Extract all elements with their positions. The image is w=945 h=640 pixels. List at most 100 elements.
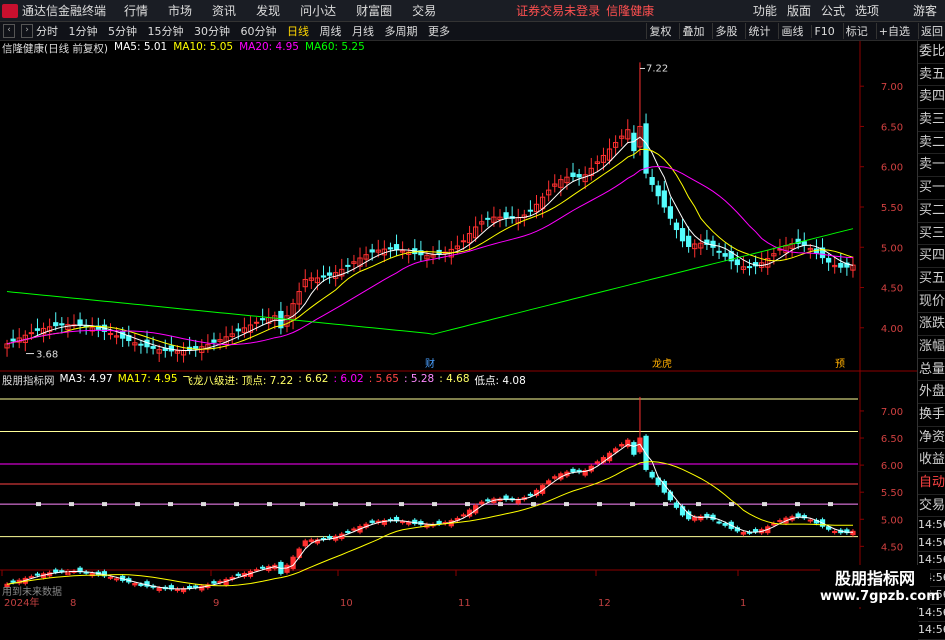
sub-candle-body (436, 520, 442, 525)
sub-candle-body (235, 573, 241, 576)
level-dot (168, 502, 173, 507)
side-label: 买一 (918, 177, 945, 200)
future-data-warning: 用到未来数据 (2, 587, 62, 598)
sub-candle-body (722, 523, 728, 526)
sub-candle-body (460, 514, 467, 517)
high-price-label: 7.22 (646, 63, 668, 74)
side-label: 买三 (918, 223, 945, 246)
candle-body (460, 240, 467, 243)
tick-time: 14:56 (918, 535, 945, 553)
candle-body (716, 250, 722, 253)
ma20-value: MA20: 4.95 (239, 41, 299, 53)
level-dot (399, 502, 404, 507)
level-dot (102, 502, 107, 507)
candle-body (107, 333, 114, 336)
event-marker: 财 (425, 357, 435, 370)
candle-body (53, 322, 59, 327)
level-dot (696, 502, 701, 507)
ma3-value: MA3: 4.97 (59, 373, 113, 385)
sub-candle-body (807, 519, 813, 522)
side-label: 涨跌 (918, 313, 945, 336)
side-label: 总量 (918, 359, 945, 382)
sub-ytick-label: 5.00 (881, 515, 903, 526)
sub-candle-body (351, 528, 357, 531)
sub-candle-body (308, 539, 314, 542)
fly-level3: : 5.65 (368, 373, 399, 385)
sub-candle-body (479, 501, 485, 505)
sub-candle-body (740, 531, 747, 535)
sub-candle-body (302, 540, 308, 547)
candle-body (746, 266, 753, 269)
level-dot (234, 502, 239, 507)
sub-candle-body (345, 530, 351, 533)
side-label: 卖五 (918, 64, 945, 87)
level-dot (597, 502, 602, 507)
level-dot (762, 502, 767, 507)
tool-back[interactable]: 返回 (918, 23, 945, 39)
ma5-value: MA5: 5.01 (114, 41, 168, 53)
watermark-title: 股朋指标网 (834, 569, 915, 588)
ytick-label: 5.00 (881, 243, 903, 254)
ytick-label: 4.00 (881, 324, 903, 335)
candle-body (734, 259, 740, 266)
candle-body (193, 346, 199, 349)
fly-top-value: 飞龙八级进: 顶点: 7.22 (182, 375, 294, 387)
sub-candle-body (832, 530, 838, 533)
sub-chart-info: 股朋指标网 MA3: 4.97 MA17: 4.95 飞龙八级进: 顶点: 7.… (2, 373, 526, 389)
trade-button[interactable]: 交易 (918, 495, 945, 518)
fly-level1: : 6.62 (298, 373, 329, 385)
candle-body (10, 338, 16, 342)
sub-candle-body (716, 521, 722, 524)
main-chart-info: 信隆健康(日线 前复权) MA5: 5.01 MA10: 5.05 MA20: … (2, 41, 365, 57)
level-dot (729, 502, 734, 507)
sub-ytick-label: 4.50 (881, 542, 903, 553)
xtick-label: 8 (70, 598, 76, 609)
sub-candle-body (132, 582, 138, 586)
candle-body (661, 190, 667, 208)
side-label: 收益 (918, 449, 945, 473)
side-label: 卖二 (918, 132, 945, 155)
side-label: 外盘 (918, 381, 945, 404)
xtick-label: 12 (598, 598, 611, 609)
candle-body (253, 321, 260, 324)
auto-button[interactable]: 自动 (918, 472, 945, 495)
candle-body (235, 328, 241, 332)
main-chart-title: 信隆健康(日线 前复权) (2, 43, 109, 55)
kline-chart[interactable]: 7.00 6.50 6.00 5.50 5.00 4.50 4.00 7.00 6.50 6.00… (0, 0, 917, 609)
level-dot (36, 502, 41, 507)
sub-candle-body (546, 480, 552, 485)
candle-body (503, 212, 509, 219)
sub-candle-body (527, 493, 534, 496)
candle-body (162, 348, 168, 351)
candle-body (679, 228, 686, 242)
side-label: 现价 (918, 291, 945, 314)
xtick-label: 1 (740, 598, 746, 609)
candle-body (28, 332, 35, 335)
candle-body (643, 123, 649, 174)
ytick-label: 7.00 (881, 82, 903, 93)
sub-candle-body (28, 576, 35, 579)
level-dot (630, 502, 635, 507)
level-dot (69, 502, 74, 507)
fly-low-value: 低点: 4.08 (474, 375, 526, 387)
candle-body (77, 319, 83, 326)
sub-candle-body (752, 529, 759, 533)
ma17-value: MA17: 4.95 (117, 373, 178, 385)
sub-candle-body (34, 573, 41, 576)
tick-time: 14:56 (918, 622, 945, 640)
event-marker: 预 (835, 358, 845, 370)
candle-body (345, 264, 351, 267)
candle-body (34, 328, 41, 331)
fly-level2: : 6.02 (333, 373, 364, 385)
level-dot (663, 502, 668, 507)
sub-candle-body (619, 444, 625, 447)
sub-ytick-label: 6.50 (881, 434, 903, 445)
side-label: 卖三 (918, 109, 945, 132)
sub-candle-body (406, 522, 412, 525)
xtick-label: 9 (213, 598, 219, 609)
fly-level5: : 4.68 (439, 373, 470, 385)
sub-candle-body (260, 566, 266, 569)
sub-candle-body (284, 564, 290, 573)
ma60-line (6, 228, 854, 335)
watermark-url: www.7gpzb.com (820, 589, 940, 604)
